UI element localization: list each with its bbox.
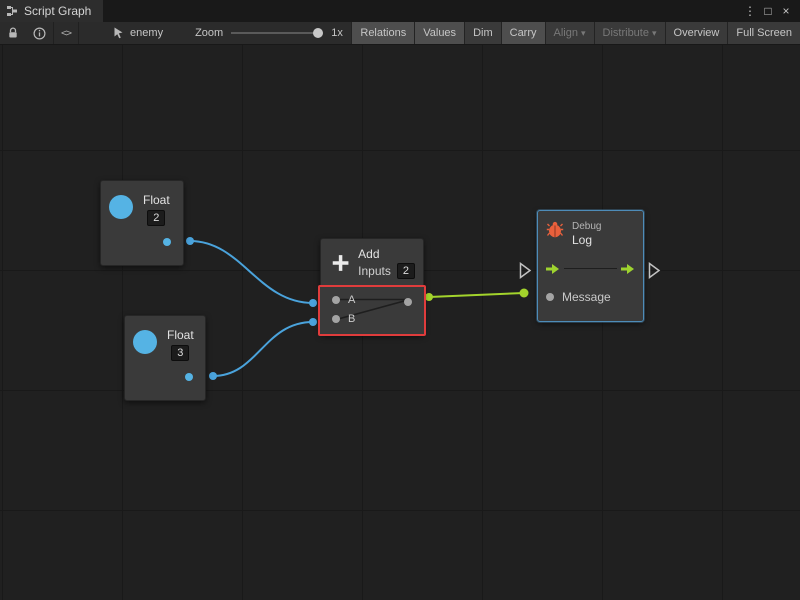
wire-endpoint [209, 372, 217, 380]
overview-button[interactable]: Overview [665, 22, 728, 44]
align-button[interactable]: Align▾ [545, 22, 594, 44]
info-icon[interactable] [26, 22, 53, 44]
node-title: Log [572, 233, 601, 247]
float-node-1[interactable]: Float 2 [100, 180, 184, 266]
add-icon [331, 252, 350, 274]
close-icon[interactable]: × [778, 0, 794, 22]
flow-input-port[interactable] [545, 262, 561, 280]
bug-icon [546, 221, 564, 238]
carry-button[interactable]: Carry [501, 22, 545, 44]
float-type-icon [109, 195, 133, 219]
relation-line [564, 268, 617, 269]
port-label: B [348, 313, 355, 325]
zoom-slider-track [231, 32, 323, 34]
code-preview-icon[interactable]: <> [54, 22, 78, 44]
wire-float2-to-b [213, 322, 313, 376]
zoom-label: Zoom [195, 27, 223, 39]
graph-target[interactable]: enemy [113, 27, 163, 39]
distribute-button[interactable]: Distribute▾ [594, 22, 665, 44]
tab-title: Script Graph [24, 4, 91, 18]
values-button[interactable]: Values [414, 22, 464, 44]
window-menu-icon[interactable]: ⋮ [742, 0, 758, 22]
input-port-a[interactable] [332, 296, 340, 304]
lock-icon[interactable] [0, 22, 26, 44]
output-port-sum[interactable] [404, 298, 412, 306]
maximize-icon[interactable]: □ [760, 0, 776, 22]
fullscreen-button[interactable]: Full Screen [727, 22, 800, 44]
dim-button[interactable]: Dim [464, 22, 501, 44]
float-node-2[interactable]: Float 3 [124, 315, 206, 401]
add-subtitle: Inputs [358, 264, 391, 278]
float-value-input[interactable]: 2 [147, 210, 165, 226]
flow-output-port[interactable] [620, 262, 636, 280]
float-value-input[interactable]: 3 [171, 345, 189, 361]
node-title: Float [143, 193, 170, 207]
message-input-port[interactable] [546, 293, 554, 301]
float-output-port[interactable] [185, 373, 193, 381]
zoom-slider[interactable] [231, 27, 323, 39]
flow-ports-row [538, 255, 643, 281]
wire-add-to-message [429, 293, 524, 297]
debug-log-node[interactable]: Debug Log Message [537, 210, 644, 322]
toolbar-separator [78, 22, 79, 44]
zoom-control: Zoom 1x [195, 27, 343, 39]
target-cursor-icon [113, 27, 124, 39]
node-category: Debug [572, 221, 601, 232]
port-label: A [348, 294, 355, 306]
input-port-b[interactable] [332, 315, 340, 323]
flow-socket-left[interactable] [518, 261, 533, 280]
node-title: Add [358, 247, 415, 261]
float-output-port[interactable] [163, 238, 171, 246]
port-row-a: A [320, 290, 424, 309]
port-label: Message [562, 290, 611, 304]
graph-canvas[interactable]: Float 2 Float 3 Add Inputs 2 [0, 45, 800, 600]
wire-endpoint [520, 289, 529, 298]
chevron-down-icon: ▾ [652, 28, 657, 39]
zoom-value: 1x [331, 27, 343, 39]
message-port-row: Message [538, 290, 643, 304]
flow-socket-right[interactable] [647, 261, 662, 280]
zoom-slider-handle[interactable] [313, 28, 323, 38]
node-title: Float [167, 328, 194, 342]
add-node-ports-selected[interactable]: A B [318, 285, 426, 336]
wire-float1-to-a [190, 241, 313, 303]
add-inputs-count[interactable]: 2 [397, 263, 415, 279]
title-bar: Script Graph ⋮ □ × [0, 0, 800, 22]
target-name-label: enemy [130, 27, 163, 39]
graph-toolbar: <> enemy Zoom 1x Relations Values Dim Ca… [0, 22, 800, 45]
relations-button[interactable]: Relations [351, 22, 414, 44]
tab-script-graph[interactable]: Script Graph [0, 0, 103, 22]
float-type-icon [133, 330, 157, 354]
window-controls: ⋮ □ × [742, 0, 800, 22]
wire-endpoint [425, 293, 433, 301]
port-row-b: B [320, 309, 424, 328]
chevron-down-icon: ▾ [581, 28, 586, 39]
add-node[interactable]: Add Inputs 2 A B [320, 238, 424, 335]
wire-endpoint [309, 299, 317, 307]
script-graph-icon [6, 5, 18, 17]
wire-endpoint [186, 237, 194, 245]
toolbar-buttons: Relations Values Dim Carry Align▾ Distri… [351, 22, 800, 44]
wire-endpoint [309, 318, 317, 326]
